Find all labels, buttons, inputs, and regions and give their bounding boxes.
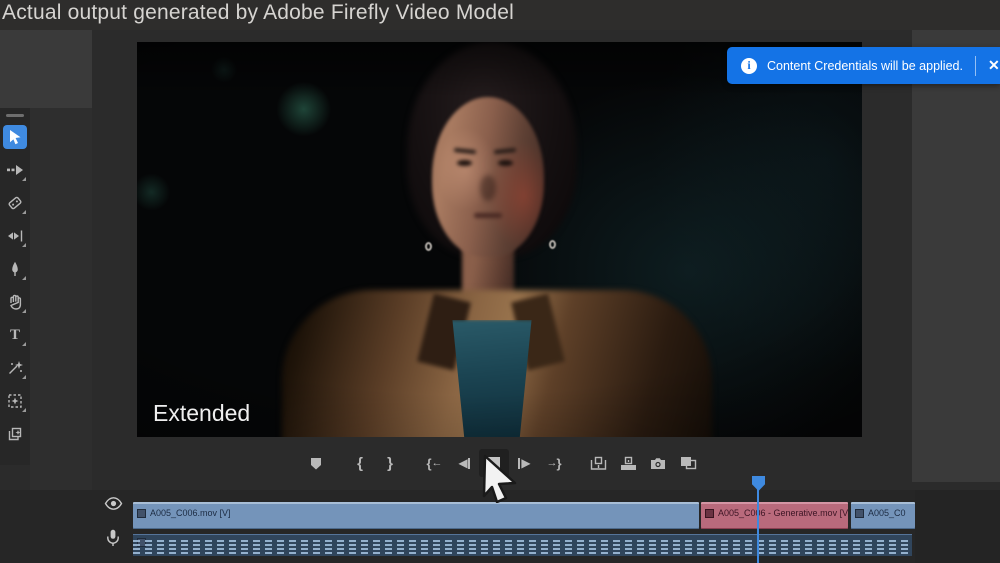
ripple-edit-tool[interactable]	[3, 224, 27, 248]
tools-panel-drag-handle[interactable]	[6, 114, 24, 117]
video-frame-vignette	[137, 42, 862, 437]
add-marker-button[interactable]	[301, 449, 331, 477]
left-panel-header	[0, 30, 92, 108]
go-to-out-icon: →}	[546, 456, 561, 471]
audio-waveform	[133, 552, 912, 554]
marker-icon	[310, 457, 322, 470]
right-panel	[912, 30, 1000, 482]
type-icon: T	[10, 326, 20, 344]
selection-tool[interactable]	[3, 125, 27, 149]
audio-waveform	[133, 544, 912, 546]
hand-icon	[8, 294, 23, 310]
extended-overlay-label: Extended	[153, 400, 250, 427]
close-icon[interactable]: ✕	[988, 57, 1000, 74]
sparkle-select-tool[interactable]	[3, 389, 27, 413]
timeline-clip[interactable]: A005_C006 - Generative.mov [V]	[701, 502, 848, 529]
mark-out-icon: }	[387, 455, 393, 472]
mouse-cursor	[479, 453, 521, 508]
step-back-icon: ◀	[458, 456, 469, 470]
wand-sparkle-icon	[7, 360, 23, 376]
comparison-view-button[interactable]	[673, 449, 703, 477]
caption-title: Actual output generated by Adobe Firefly…	[2, 1, 514, 25]
pen-icon	[8, 261, 22, 277]
ripple-edit-icon	[7, 229, 24, 243]
track-select-icon	[6, 163, 24, 177]
hand-tool[interactable]	[3, 290, 27, 314]
type-tool[interactable]: T	[3, 323, 27, 347]
audio-track-a1	[0, 534, 1000, 556]
extract-button[interactable]	[613, 449, 643, 477]
export-frame-button[interactable]	[643, 449, 673, 477]
audio-waveform	[133, 540, 912, 542]
razor-icon	[7, 195, 23, 211]
fx-badge-icon	[855, 509, 864, 518]
magic-wand-tool[interactable]	[3, 356, 27, 380]
lift-icon	[590, 456, 607, 471]
banner-divider	[975, 56, 976, 76]
clip-label: A005_C006 - Generative.mov [V]	[705, 508, 848, 518]
content-credentials-banner: i Content Credentials will be applied. ✕	[727, 47, 1000, 84]
go-to-out-button[interactable]: →}	[539, 449, 569, 477]
mark-in-button[interactable]: {	[345, 449, 375, 477]
track-select-forward-tool[interactable]	[3, 158, 27, 182]
info-circle-icon: i	[741, 58, 757, 74]
timeline-right-edge	[915, 490, 1000, 563]
fx-badge-icon	[705, 509, 714, 518]
banner-message: Content Credentials will be applied.	[767, 59, 963, 73]
clip-label: A005_C0	[855, 508, 906, 518]
clip-label: A005_C006.mov [V]	[137, 508, 231, 518]
razor-tool[interactable]	[3, 191, 27, 215]
compare-icon	[680, 456, 697, 470]
tools-panel: T	[0, 108, 30, 465]
camera-icon	[650, 457, 666, 470]
premiere-app-window: Actual output generated by Adobe Firefly…	[0, 0, 1000, 563]
program-monitor: Extended	[137, 42, 862, 437]
export-tool[interactable]	[3, 422, 27, 446]
export-box-icon	[7, 426, 23, 442]
go-to-in-icon: {←	[426, 456, 441, 471]
mark-out-button[interactable]: }	[375, 449, 405, 477]
mark-in-icon: {	[357, 455, 363, 472]
title-bar: Actual output generated by Adobe Firefly…	[0, 0, 1000, 30]
left-panel-body	[30, 108, 92, 490]
timeline-clip[interactable]: A005_C0	[851, 502, 915, 529]
pen-tool[interactable]	[3, 257, 27, 281]
playhead-line	[757, 489, 759, 563]
go-to-in-button[interactable]: {←	[419, 449, 449, 477]
selection-arrow-icon	[7, 129, 23, 145]
timeline-audio-clip[interactable]	[133, 534, 912, 556]
fx-badge-icon	[137, 509, 146, 518]
timeline-clip[interactable]: A005_C006.mov [V]	[133, 502, 699, 529]
extract-icon	[620, 456, 637, 471]
lift-button[interactable]	[583, 449, 613, 477]
sparkle-box-icon	[7, 393, 23, 409]
audio-waveform	[133, 548, 912, 550]
step-back-button[interactable]: ◀	[449, 449, 479, 477]
